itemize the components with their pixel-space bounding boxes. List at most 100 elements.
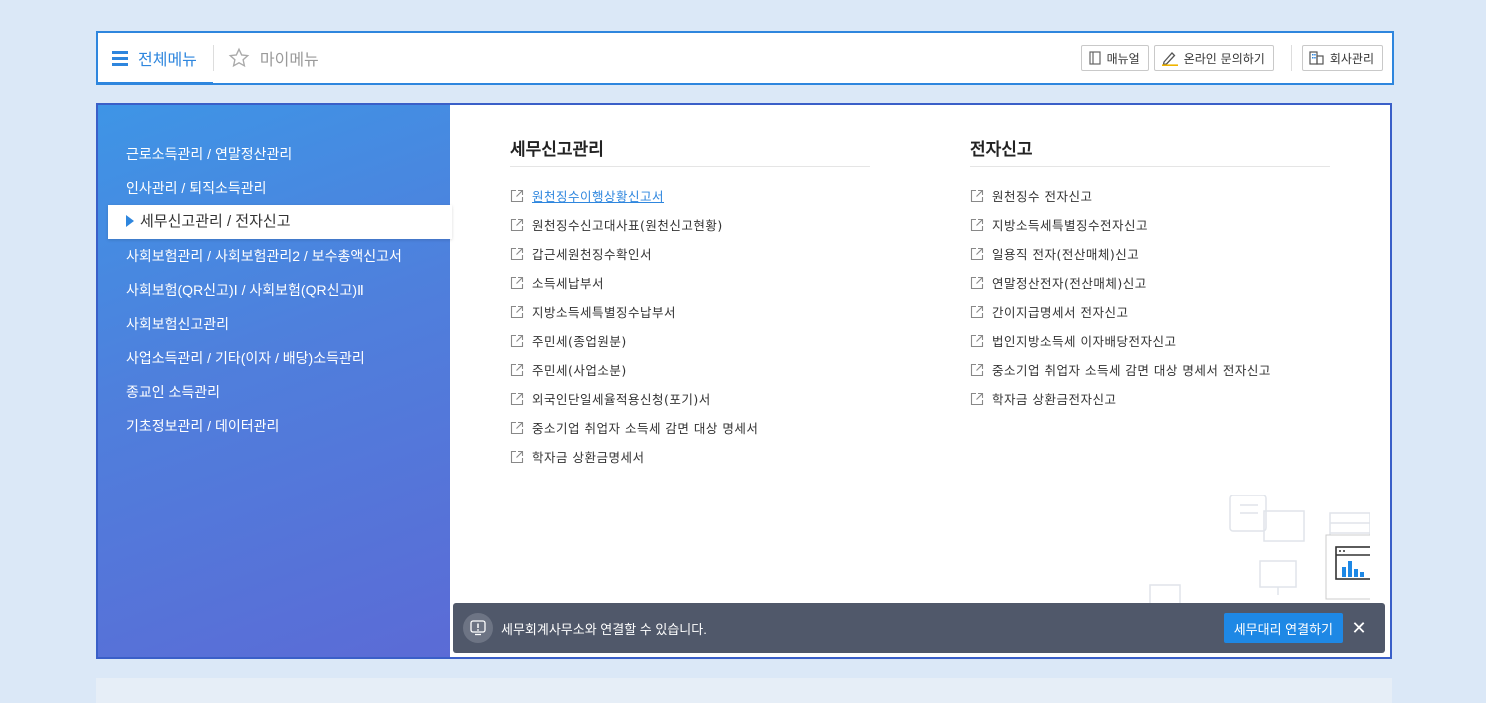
column-title: 세무신고관리 [510, 135, 870, 167]
notice-bar: 세무회계사무소와 연결할 수 있습니다. 세무대리 연결하기 ✕ [453, 603, 1385, 653]
menu-link-item[interactable]: 학자금 상환금명세서 [510, 442, 870, 471]
menu-link-item[interactable]: 갑근세원천징수확인서 [510, 239, 870, 268]
sidebar-item-label: 사업소득관리 / 기타(이자 / 배당)소득관리 [126, 350, 365, 366]
tab-all-menu-label: 전체메뉴 [138, 50, 197, 69]
sidebar-item-label: 사회보험신고관리 [126, 316, 230, 332]
menu-link-label: 원천징수이행상황신고서 [532, 189, 665, 204]
external-link-icon [510, 247, 524, 260]
external-link-icon [510, 392, 524, 405]
external-link-icon [970, 247, 984, 260]
pencil-icon [1161, 52, 1178, 66]
connect-tax-agent-button[interactable]: 세무대리 연결하기 [1223, 613, 1343, 643]
external-link-icon [970, 276, 984, 289]
external-link-icon [510, 276, 524, 289]
menu-link-label: 지방소득세특별징수납부서 [532, 305, 677, 320]
sidebar-item-base-info[interactable]: 기초정보관리 / 데이터관리 [98, 409, 450, 443]
sidebar-item-social-insurance[interactable]: 사회보험관리 / 사회보험관리2 / 보수총액신고서 [98, 239, 450, 273]
column-title: 전자신고 [970, 135, 1330, 167]
menu-link-item[interactable]: 원천징수이행상황신고서 [510, 181, 870, 210]
notice-text: 세무회계사무소와 연결할 수 있습니다. [501, 621, 707, 637]
external-link-icon [510, 334, 524, 347]
sidebar-item-label: 기초정보관리 / 데이터관리 [126, 418, 280, 434]
book-icon [1088, 51, 1101, 65]
menu-link-label: 지방소득세특별징수전자신고 [992, 218, 1149, 233]
external-link-icon [970, 189, 984, 202]
menu-link-label: 간이지급명세서 전자신고 [992, 305, 1129, 320]
sidebar-item-label: 근로소득관리 / 연말정산관리 [126, 146, 293, 162]
menu-link-label: 갑근세원천징수확인서 [532, 247, 653, 262]
company-management-button[interactable]: 회사관리 [1301, 45, 1383, 71]
menu-link-label: 주민세(사업소분) [532, 363, 627, 378]
menu-panel: 근로소득관리 / 연말정산관리 인사관리 / 퇴직소득관리 세무신고관리 / 전… [96, 103, 1392, 659]
sidebar-item-business-income[interactable]: 사업소득관리 / 기타(이자 / 배당)소득관리 [98, 341, 450, 375]
menu-link-item[interactable]: 연말정산전자(전산매체)신고 [970, 268, 1330, 297]
external-link-icon [970, 363, 984, 376]
external-link-icon [970, 218, 984, 231]
online-inquiry-button[interactable]: 온라인 문의하기 [1153, 45, 1274, 71]
toolbar-separator [1290, 45, 1292, 71]
menu-link-item[interactable]: 원천징수 전자신고 [970, 181, 1330, 210]
sidebar-item-hr[interactable]: 인사관리 / 퇴직소득관리 [98, 171, 450, 205]
menu-link-label: 원천징수 전자신고 [992, 189, 1093, 204]
tax-filing-column: 세무신고관리 원천징수이행상황신고서원천징수신고대사표(원천신고현황) 갑근세원천… [510, 135, 870, 471]
manual-button[interactable]: 매뉴얼 [1080, 45, 1149, 71]
manual-button-label: 매뉴얼 [1106, 51, 1140, 66]
external-link-icon [970, 334, 984, 347]
menu-link-item[interactable]: 주민세(사업소분) [510, 355, 870, 384]
menu-link-item[interactable]: 원천징수신고대사표(원천신고현황) [510, 210, 870, 239]
decorative-illustration [1149, 495, 1370, 605]
footer-area [96, 678, 1392, 703]
triangle-right-icon [126, 215, 134, 228]
sidebar-item-social-insurance-qr[interactable]: 사회보험(QR신고)Ⅰ / 사회보험(QR신고)Ⅱ [98, 273, 450, 307]
menu-link-item[interactable]: 지방소득세특별징수전자신고 [970, 210, 1330, 239]
external-link-icon [510, 450, 524, 463]
external-link-icon [510, 305, 524, 318]
e-filing-column: 전자신고 원천징수 전자신고지방소득세특별징수전자신고일용직 전자(전산매체)신… [970, 135, 1330, 413]
category-sidebar: 근로소득관리 / 연말정산관리 인사관리 / 퇴직소득관리 세무신고관리 / 전… [98, 105, 452, 657]
menu-link-item[interactable]: 중소기업 취업자 소득세 감면 대상 명세서 [510, 413, 870, 442]
menu-link-label: 소득세납부서 [532, 276, 605, 291]
menu-link-label: 외국인단일세율적용신청(포기)서 [532, 392, 711, 407]
sidebar-item-label: 사회보험관리 / 사회보험관리2 / 보수총액신고서 [126, 248, 402, 264]
company-management-button-label: 회사관리 [1329, 51, 1374, 66]
menu-link-item[interactable]: 간이지급명세서 전자신고 [970, 297, 1330, 326]
sidebar-item-earned-income[interactable]: 근로소득관리 / 연말정산관리 [98, 137, 450, 171]
star-icon [228, 47, 250, 68]
menu-link-item[interactable]: 법인지방소득세 이자배당전자신고 [970, 326, 1330, 355]
menu-link-item[interactable]: 중소기업 취업자 소득세 감면 대상 명세서 전자신고 [970, 355, 1330, 384]
menu-link-item[interactable]: 주민세(종업원분) [510, 326, 870, 355]
alert-icon [463, 613, 493, 643]
menu-link-label: 중소기업 취업자 소득세 감면 대상 명세서 [532, 421, 759, 436]
external-link-icon [510, 218, 524, 231]
sidebar-item-religious-income[interactable]: 종교인 소득관리 [98, 375, 450, 409]
menu-link-label: 연말정산전자(전산매체)신고 [992, 276, 1147, 291]
tab-my-menu[interactable]: 마이메뉴 [214, 46, 333, 70]
menu-link-item[interactable]: 학자금 상환금전자신고 [970, 384, 1330, 413]
hamburger-icon [112, 48, 128, 69]
sidebar-item-tax-filing[interactable]: 세무신고관리 / 전자신고 [108, 205, 452, 239]
menu-link-label: 법인지방소득세 이자배당전자신고 [992, 334, 1177, 349]
menu-link-label: 학자금 상환금명세서 [532, 450, 645, 465]
external-link-icon [510, 189, 524, 202]
menu-link-label: 학자금 상환금전자신고 [992, 392, 1117, 407]
sidebar-item-label: 세무신고관리 / 전자신고 [140, 213, 291, 230]
tab-my-menu-label: 마이메뉴 [259, 50, 319, 69]
menu-link-item[interactable]: 외국인단일세율적용신청(포기)서 [510, 384, 870, 413]
online-inquiry-button-label: 온라인 문의하기 [1183, 51, 1265, 66]
tab-all-menu[interactable]: 전체메뉴 [98, 35, 213, 85]
menu-link-label: 중소기업 취업자 소득세 감면 대상 명세서 전자신고 [992, 363, 1271, 378]
external-link-icon [970, 392, 984, 405]
menu-link-label: 일용직 전자(전산매체)신고 [992, 247, 1140, 262]
sidebar-item-social-insurance-report[interactable]: 사회보험신고관리 [98, 307, 450, 341]
menu-link-label: 주민세(종업원분) [532, 334, 627, 349]
menu-link-item[interactable]: 일용직 전자(전산매체)신고 [970, 239, 1330, 268]
menu-link-item[interactable]: 지방소득세특별징수납부서 [510, 297, 870, 326]
menu-link-label: 원천징수신고대사표(원천신고현황) [532, 218, 723, 233]
menu-link-item[interactable]: 소득세납부서 [510, 268, 870, 297]
sidebar-item-label: 인사관리 / 퇴직소득관리 [126, 180, 267, 196]
external-link-icon [510, 421, 524, 434]
external-link-icon [510, 363, 524, 376]
top-menu-bar: 전체메뉴 마이메뉴 매뉴얼 온라인 문의하기 회사관리 [96, 31, 1394, 85]
close-icon[interactable]: ✕ [1343, 618, 1375, 639]
sidebar-item-label: 종교인 소득관리 [126, 384, 221, 400]
